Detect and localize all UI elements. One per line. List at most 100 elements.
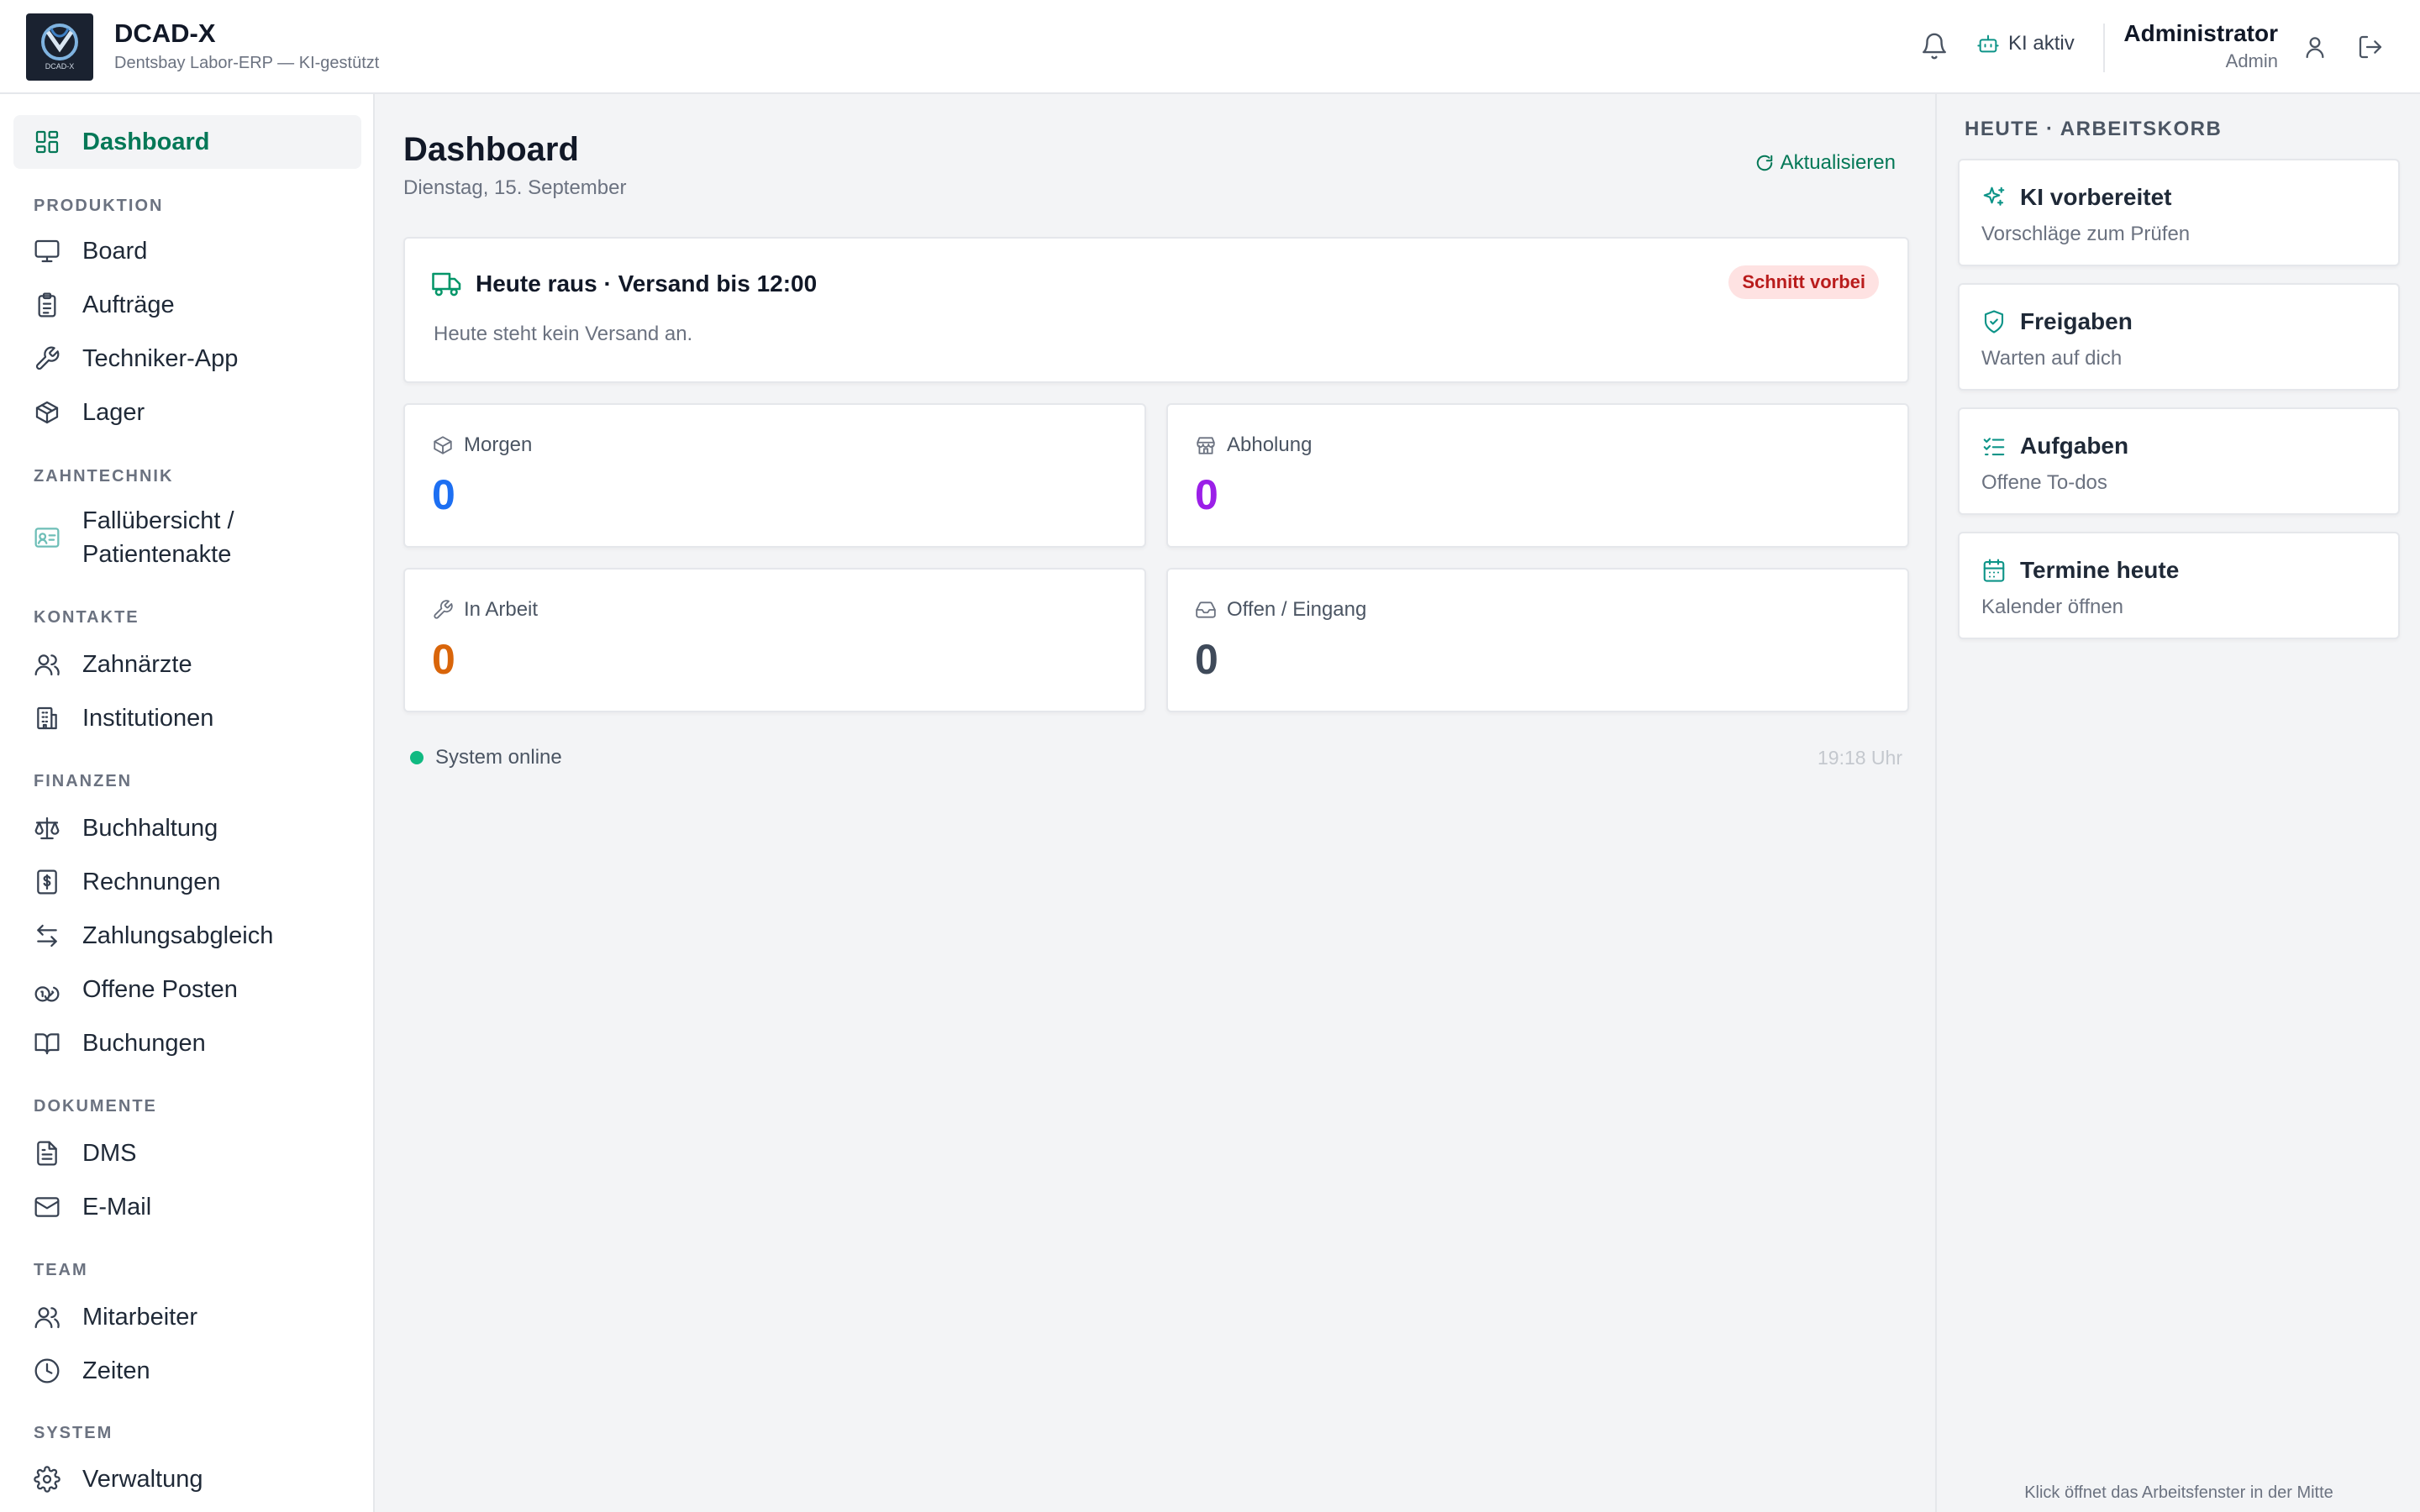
stat-label-text: Morgen — [464, 433, 533, 456]
sidebar-item-label: Lager — [82, 399, 145, 426]
sidebar-item-label: Zeiten — [82, 1357, 150, 1384]
sidebar-item-mitarbeiter[interactable]: Mitarbeiter — [13, 1290, 361, 1344]
mail-icon — [34, 1197, 60, 1217]
system-status-label: System online — [435, 746, 562, 769]
task-card-header: Termine heute — [1981, 557, 2179, 584]
task-card-title: Freigaben — [2020, 308, 2133, 334]
stat-card-in-arbeit[interactable]: In Arbeit 0 — [403, 568, 1146, 712]
sidebar-item-zahlungsabgleich[interactable]: Zahlungsabgleich — [13, 909, 361, 963]
sidebar-item-label: DMS — [82, 1140, 137, 1167]
package-icon — [432, 434, 454, 456]
user-name: Administrator — [2123, 20, 2278, 46]
sidebar-item-label: Board — [82, 238, 148, 265]
gear-icon — [34, 1466, 60, 1493]
logout-icon — [2359, 35, 2382, 59]
stat-label: Morgen — [432, 433, 532, 457]
task-card-termine-heute[interactable]: Termine heute Kalender öffnen — [1958, 532, 2400, 639]
task-card-subtitle: Warten auf dich — [1981, 347, 2123, 370]
stat-value: 0 — [432, 471, 455, 518]
sidebar-item-auftraege[interactable]: Aufträge — [13, 278, 361, 332]
sidebar-item-label: Zahlungsabgleich — [82, 922, 274, 949]
refresh-icon — [1756, 155, 1772, 171]
task-card-ki-vorbereitet[interactable]: KI vorbereitet Vorschläge zum Prüfen — [1958, 159, 2400, 266]
status-badge: Schnitt vorbei — [1728, 265, 1879, 299]
bot-icon — [1976, 32, 2000, 55]
sidebar-item-offene-posten[interactable]: Offene Posten — [13, 963, 361, 1016]
sidebar-item-label: Zahnärzte — [82, 651, 192, 678]
dashboard-grid-icon — [35, 130, 59, 154]
shipping-text: Heute steht kein Versand an. — [434, 323, 693, 345]
system-status: System online — [410, 746, 562, 769]
users-icon — [34, 1307, 60, 1329]
sidebar-item-label: E-Mail — [82, 1194, 152, 1221]
sidebar-item-buchungen[interactable]: Buchungen — [13, 1016, 361, 1070]
task-card-subtitle: Offene To-dos — [1981, 471, 2107, 494]
section-label-team: TEAM — [34, 1261, 88, 1279]
task-card-header: Freigaben — [1981, 308, 2133, 335]
stat-value: 0 — [432, 636, 455, 683]
sidebar-item-label: Fallübersicht / Patientenakte — [82, 507, 234, 568]
sidebar-item-label: Techniker-App — [82, 345, 239, 372]
receipt-icon — [37, 869, 57, 895]
sidebar-item-label: Buchungen — [82, 1030, 206, 1057]
sidebar-item-dms[interactable]: DMS — [13, 1126, 361, 1180]
building-icon — [37, 706, 57, 730]
app-title: DCAD-X — [114, 18, 216, 48]
sidebar-item-label: Aufträge — [82, 291, 175, 318]
calendar-icon — [1981, 558, 2007, 583]
shipping-title: Heute raus · Versand bis 12:00 — [476, 270, 818, 297]
section-label-finanzen: FINANZEN — [34, 772, 133, 790]
sidebar-item-lager[interactable]: Lager — [13, 386, 361, 439]
sidebar-item-zahnaerzte[interactable]: Zahnärzte — [13, 638, 361, 691]
shield-check-icon — [1981, 309, 2007, 334]
ki-status-indicator[interactable]: KI aktiv — [1976, 32, 2075, 55]
sidebar-item-label: Verwaltung — [82, 1466, 203, 1493]
sparkles-icon — [1981, 185, 2007, 210]
top-header: DCAD-X DCAD-X Dentsbay Labor-ERP — KI-ge… — [0, 0, 2420, 94]
page-date: Dienstag, 15. September — [403, 176, 627, 199]
stat-card-offen-eingang[interactable]: Offen / Eingang 0 — [1166, 568, 1909, 712]
sidebar-item-email[interactable]: E-Mail — [13, 1180, 361, 1234]
refresh-label: Aktualisieren — [1780, 151, 1896, 174]
sidebar-item-board[interactable]: Board — [13, 224, 361, 278]
package-icon — [35, 401, 59, 424]
shipping-card: Heute raus · Versand bis 12:00 Schnitt v… — [403, 237, 1909, 383]
sidebar-item-buchhaltung[interactable]: Buchhaltung — [13, 801, 361, 855]
sidebar-item-label: Offene Posten — [82, 976, 238, 1003]
task-card-aufgaben[interactable]: Aufgaben Offene To-dos — [1958, 407, 2400, 515]
stat-value: 0 — [1195, 636, 1218, 683]
task-card-title: Aufgaben — [2020, 433, 2129, 459]
sidebar-item-label: Dashboard — [82, 129, 210, 155]
checklist-icon — [1981, 433, 2007, 459]
sidebar-item-institutionen[interactable]: Institutionen — [13, 691, 361, 745]
sidebar-item-dashboard[interactable]: Dashboard — [13, 115, 361, 169]
sidebar-item-zeiten[interactable]: Zeiten — [13, 1344, 361, 1398]
monitor-icon — [34, 239, 60, 263]
stat-label: Abholung — [1195, 433, 1312, 457]
task-card-header: Aufgaben — [1981, 433, 2128, 459]
patient-card-icon — [34, 528, 60, 548]
notifications-button[interactable] — [1920, 32, 1949, 60]
stat-card-morgen[interactable]: Morgen 0 — [403, 403, 1146, 548]
inbox-icon — [1195, 599, 1217, 621]
section-label-kontakte: KONTAKTE — [34, 608, 139, 627]
user-icon — [2306, 37, 2324, 59]
sidebar-item-fallubersicht[interactable]: Fallübersicht / Patientenakte — [13, 497, 361, 578]
stat-card-abholung[interactable]: Abholung 0 — [1166, 403, 1909, 548]
store-icon — [1195, 434, 1217, 456]
profile-button[interactable] — [2302, 34, 2328, 60]
task-card-freigaben[interactable]: Freigaben Warten auf dich — [1958, 283, 2400, 391]
truck-icon — [432, 269, 462, 299]
right-panel-footer: Klick öffnet das Arbeitsfenster in der M… — [2024, 1483, 2333, 1502]
status-dot — [410, 751, 424, 764]
sidebar-item-techniker-app[interactable]: Techniker-App — [13, 332, 361, 386]
users-icon — [34, 654, 60, 676]
refresh-button[interactable]: Aktualisieren — [1755, 151, 1896, 175]
book-icon — [34, 1033, 60, 1055]
svg-text:DCAD-X: DCAD-X — [45, 62, 75, 71]
logout-button[interactable] — [2357, 34, 2384, 60]
sidebar-item-verwaltung[interactable]: Verwaltung — [13, 1452, 361, 1506]
sidebar-item-rechnungen[interactable]: Rechnungen — [13, 855, 361, 909]
arrows-icon — [37, 924, 57, 948]
app-logo[interactable]: DCAD-X — [26, 13, 93, 81]
